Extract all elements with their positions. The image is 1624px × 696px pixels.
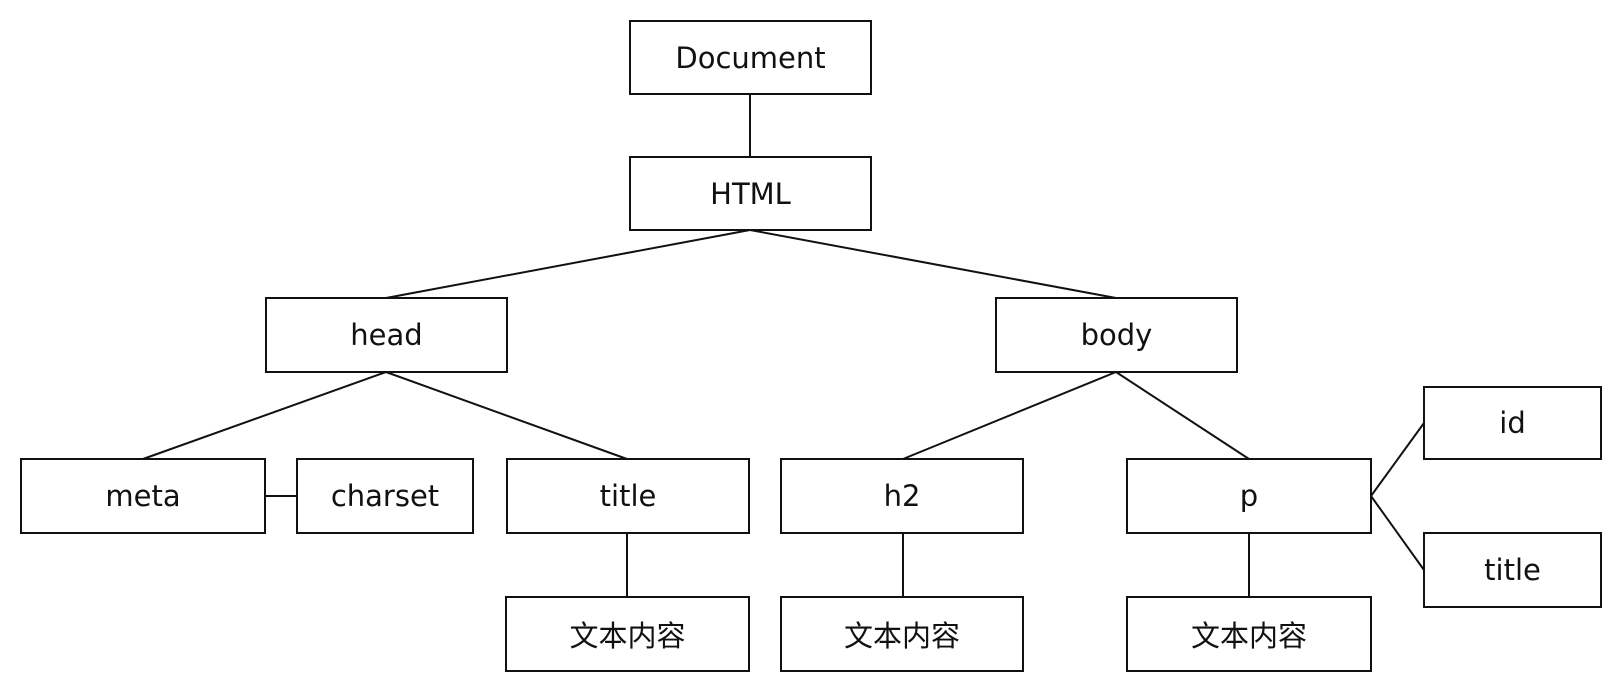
edge-head-title <box>385 371 628 460</box>
node-title-text: 文本内容 <box>505 596 750 672</box>
edge-body-h2 <box>902 371 1117 460</box>
edges-layer <box>142 94 1425 597</box>
node-charset: charset <box>296 458 474 534</box>
edge-p-attr-title <box>1370 495 1425 571</box>
node-h2: h2 <box>780 458 1024 534</box>
node-p-text: 文本内容 <box>1126 596 1372 672</box>
node-h2-text: 文本内容 <box>780 596 1024 672</box>
node-attr-title: title <box>1423 532 1602 608</box>
node-meta: meta <box>20 458 266 534</box>
node-head: head <box>265 297 508 373</box>
node-body: body <box>995 297 1238 373</box>
node-p: p <box>1126 458 1372 534</box>
node-document: Document <box>629 20 872 95</box>
edge-html-head <box>385 229 751 299</box>
node-attr-id: id <box>1423 386 1602 460</box>
edge-body-p <box>1115 371 1250 460</box>
edge-head-meta <box>142 371 387 460</box>
node-html: HTML <box>629 156 872 231</box>
node-title: title <box>506 458 750 534</box>
edge-p-id <box>1370 422 1425 497</box>
edge-html-body <box>749 229 1117 299</box>
